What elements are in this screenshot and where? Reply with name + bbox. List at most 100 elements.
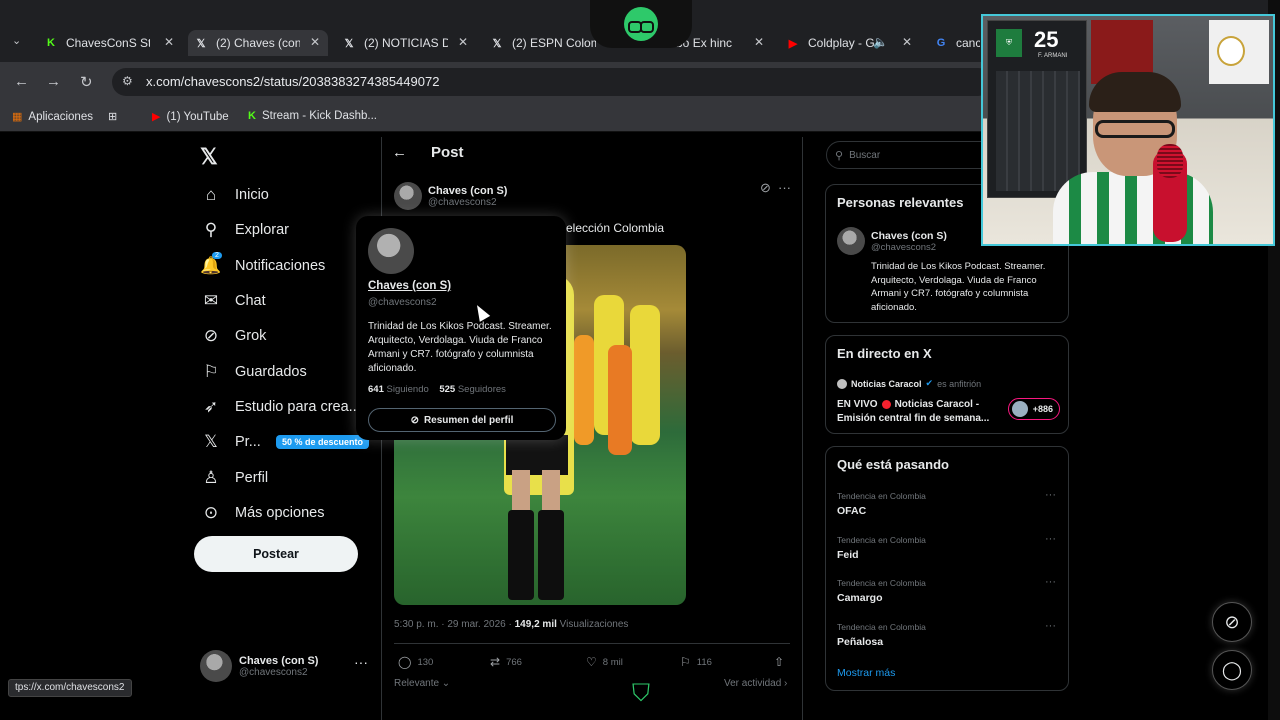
- address-bar[interactable]: ⚙ x.com/chavescons2/status/2038383274385…: [112, 68, 992, 96]
- close-tab-icon[interactable]: ✕: [902, 35, 912, 49]
- following-count[interactable]: 641: [368, 384, 384, 395]
- person-name[interactable]: Chaves (con S): [871, 230, 947, 242]
- tab-x-noticias[interactable]: 𝕏 (2) NOTICIAS DE ✕: [342, 30, 468, 56]
- messages-floating-button[interactable]: ◯: [1212, 650, 1252, 690]
- share-button[interactable]: ⇧: [774, 655, 790, 669]
- close-tab-icon[interactable]: ✕: [310, 35, 320, 49]
- live-headline[interactable]: EN VIVO Noticias Caracol - Emisión centra…: [837, 398, 1007, 426]
- nav-premium[interactable]: 𝕏 Pr...: [200, 428, 261, 456]
- show-more-link[interactable]: Mostrar más: [837, 667, 895, 679]
- x-icon: 𝕏: [492, 37, 502, 50]
- trend-item[interactable]: Tendencia en Colombia Peñalosa ···: [837, 620, 1056, 648]
- forward-arrow-icon[interactable]: →: [46, 73, 61, 90]
- live-source: Noticias Caracol ✔ es anfitrión: [837, 378, 981, 389]
- live-dot-icon: [881, 399, 891, 409]
- hovercard-stats: 641 Siguiendo 525 Seguidores: [368, 384, 506, 395]
- post-author[interactable]: Chaves (con S) @chavescons2: [394, 182, 507, 210]
- google-icon: G: [936, 37, 946, 49]
- live-on-x-card[interactable]: En directo en X Noticias Caracol ✔ es an…: [825, 335, 1069, 434]
- back-arrow-icon[interactable]: ←: [392, 144, 407, 161]
- nav-more-options[interactable]: ⊙ Más opciones: [200, 499, 325, 527]
- more-dots-icon[interactable]: ···: [1045, 620, 1056, 632]
- close-tab-icon[interactable]: ✕: [754, 35, 764, 49]
- hovercard-handle[interactable]: @chavescons2: [368, 297, 437, 308]
- nav-profile[interactable]: ♙ Perfil: [200, 464, 268, 492]
- bookmark-kick[interactable]: K Stream - Kick Dashb...: [248, 110, 377, 122]
- person-handle[interactable]: @chavescons2: [871, 242, 947, 253]
- bookmark-button[interactable]: ⚐ 116: [680, 655, 712, 669]
- site-info-icon[interactable]: ⚙: [122, 74, 136, 88]
- reply-sort-dropdown[interactable]: Relevante ⌄: [394, 678, 450, 689]
- premium-discount-badge[interactable]: 50 % de descuento: [276, 435, 370, 449]
- avatar[interactable]: [394, 182, 422, 210]
- avatar[interactable]: [837, 227, 865, 255]
- post-button[interactable]: Postear: [194, 536, 358, 572]
- more-dots-icon[interactable]: ···: [354, 654, 368, 670]
- bookmark-icon: ⚐: [203, 362, 219, 381]
- page-title: Post: [431, 144, 464, 161]
- followers-label[interactable]: Seguidores: [458, 384, 506, 395]
- grok-floating-button[interactable]: ⊘: [1212, 602, 1252, 642]
- author-name[interactable]: Chaves (con S): [428, 185, 507, 197]
- divider: [394, 643, 790, 644]
- streamer-shirt: [1053, 172, 1213, 244]
- chat-bubble-icon: ◯: [1221, 659, 1243, 680]
- nav-bookmarks[interactable]: ⚐ Guardados: [200, 358, 306, 386]
- nav-chat[interactable]: ✉ Chat: [200, 287, 266, 315]
- share-icon: ⇧: [774, 655, 785, 669]
- trend-item[interactable]: Tendencia en Colombia Camargo ···: [837, 576, 1056, 604]
- search-input[interactable]: ⚲ Buscar: [826, 141, 996, 169]
- nav-grok[interactable]: ⊘ Grok: [200, 322, 267, 350]
- back-arrow-icon[interactable]: ←: [14, 73, 29, 90]
- more-dots-icon[interactable]: ···: [1045, 533, 1056, 545]
- profile-summary-button[interactable]: ⊘ Resumen del perfil: [368, 408, 556, 432]
- grok-explain-icon[interactable]: ⊘: [760, 180, 771, 196]
- x-logo-icon[interactable]: 𝕏: [200, 144, 218, 170]
- tab-title: (2) Chaves (con: [216, 36, 300, 50]
- photo-figure: [608, 345, 632, 455]
- more-dots-icon[interactable]: ···: [1045, 576, 1056, 588]
- reply-button[interactable]: ◯ 130: [398, 655, 433, 669]
- repost-button[interactable]: ⇄ 766: [490, 655, 522, 669]
- reload-icon[interactable]: ↻: [80, 73, 93, 91]
- like-button[interactable]: ♡ 8 mil: [586, 655, 623, 669]
- mascot-icon: [624, 7, 658, 41]
- like-count: 8 mil: [602, 656, 623, 668]
- bookmark-label: Aplicaciones: [28, 110, 93, 123]
- nav-home[interactable]: ⌂ Inicio: [200, 181, 269, 209]
- bookmark-apps[interactable]: ▦ Aplicaciones: [12, 110, 93, 124]
- view-activity-link[interactable]: Ver actividad ›: [724, 678, 787, 689]
- close-tab-icon[interactable]: ✕: [164, 35, 174, 49]
- tab-google[interactable]: G canc: [934, 30, 980, 56]
- more-dots-icon[interactable]: ···: [778, 180, 791, 195]
- url-text: x.com/chavescons2/status/203838327438544…: [146, 74, 440, 89]
- bookmark-grid[interactable]: ⊞: [108, 110, 123, 123]
- following-label[interactable]: Siguiendo: [387, 384, 429, 395]
- tab-youtube-coldplay[interactable]: ▶ Coldplay - G 🔈 ✕: [786, 30, 912, 56]
- nav-explore[interactable]: ⚲ Explorar: [200, 216, 289, 244]
- bookmark-youtube[interactable]: ▶ (1) YouTube: [152, 110, 229, 124]
- close-tab-icon[interactable]: ✕: [458, 35, 468, 49]
- relevant-person[interactable]: Chaves (con S) @chavescons2: [837, 227, 947, 255]
- followers-count[interactable]: 525: [439, 384, 455, 395]
- nav-creator-studio[interactable]: ➶ Estudio para crea...: [200, 393, 361, 421]
- photo-figure: [630, 305, 660, 445]
- tab-x-chaves[interactable]: 𝕏 (2) Chaves (con ✕: [188, 30, 328, 56]
- avatar[interactable]: [368, 228, 414, 274]
- avatar: [837, 378, 847, 389]
- account-switcher[interactable]: Chaves (con S) @chavescons2 ···: [200, 650, 368, 682]
- more-dots-icon[interactable]: ···: [1045, 489, 1056, 501]
- hovercard-name[interactable]: Chaves (con S): [368, 280, 451, 292]
- reply-icon: ◯: [398, 655, 412, 669]
- tab-search-chevron-icon[interactable]: ⌄: [12, 34, 21, 47]
- speaker-icon[interactable]: 🔈: [873, 35, 888, 49]
- author-handle[interactable]: @chavescons2: [428, 197, 507, 208]
- microphone-icon: [1153, 144, 1187, 242]
- photo-figure: [574, 335, 594, 445]
- post-timestamp[interactable]: 5:30 p. m. · 29 mar. 2026 ·: [394, 619, 515, 630]
- live-listeners-pill[interactable]: +886: [1008, 398, 1060, 420]
- trend-item[interactable]: Tendencia en Colombia Feid ···: [837, 533, 1056, 561]
- nav-notifications[interactable]: 🔔 2 Notificaciones: [200, 252, 325, 280]
- tab-kick-stream[interactable]: K ChavesConS Stre ✕: [44, 30, 174, 56]
- trend-item[interactable]: Tendencia en Colombia OFAC ···: [837, 489, 1056, 517]
